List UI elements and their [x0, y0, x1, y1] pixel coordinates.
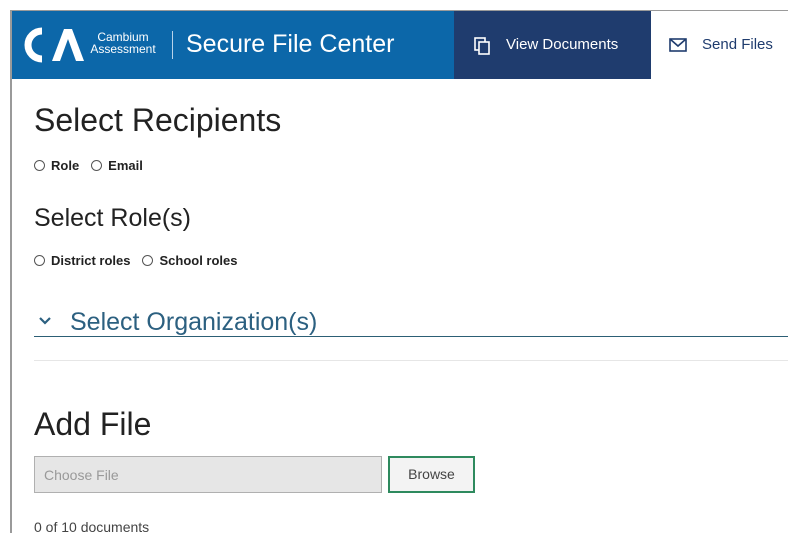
- radio-school-roles-label: School roles: [159, 253, 238, 268]
- window-left-border: [10, 10, 12, 533]
- brand-line-2: Assessment: [90, 42, 156, 56]
- page: Cambium Assessment Secure File Center Vi…: [0, 0, 788, 533]
- radio-school-roles-circle[interactable]: [142, 255, 154, 266]
- nav-send-files[interactable]: Send Files: [651, 11, 788, 79]
- radio-district-roles-label: District roles: [51, 253, 131, 268]
- select-recipients-heading: Select Recipients: [34, 102, 282, 138]
- mail-icon: [669, 38, 687, 52]
- section-divider: [34, 360, 788, 361]
- cambium-logo-icon: [24, 27, 84, 63]
- browse-button[interactable]: Browse: [388, 456, 475, 493]
- document-count: 0 of 10 documents: [34, 519, 150, 533]
- radio-email-label: Email: [108, 158, 143, 173]
- chevron-down-icon: [39, 317, 51, 325]
- nav-view-documents-label: View Documents: [506, 36, 619, 53]
- choose-file-input[interactable]: Choose File: [34, 456, 382, 493]
- radio-district-roles[interactable]: District roles: [34, 253, 130, 268]
- radio-role-circle[interactable]: [34, 160, 45, 171]
- select-organization-label: Select Organization(s): [70, 308, 318, 336]
- radio-role-label: Role: [51, 158, 80, 173]
- select-roles-heading: Select Role(s): [34, 204, 191, 232]
- add-file-heading: Add File: [34, 406, 152, 442]
- radio-district-roles-circle[interactable]: [34, 255, 45, 266]
- nav-view-documents[interactable]: View Documents: [454, 11, 651, 79]
- radio-email-circle[interactable]: [91, 160, 103, 171]
- recipient-type-radio-group: Role Email: [34, 158, 155, 173]
- nav-send-files-label: Send Files: [702, 36, 773, 53]
- select-organization-toggle[interactable]: Select Organization(s): [34, 306, 788, 337]
- radio-school-roles[interactable]: School roles: [142, 253, 238, 268]
- header-divider: [172, 31, 173, 59]
- brand-name: Cambium Assessment: [88, 31, 158, 55]
- radio-email[interactable]: Email: [91, 158, 143, 173]
- app-title: Secure File Center: [186, 30, 395, 58]
- app-header: Cambium Assessment Secure File Center Vi…: [12, 11, 788, 79]
- copy-icon: [474, 37, 490, 55]
- radio-role[interactable]: Role: [34, 158, 79, 173]
- role-type-radio-group: District roles School roles: [34, 253, 250, 268]
